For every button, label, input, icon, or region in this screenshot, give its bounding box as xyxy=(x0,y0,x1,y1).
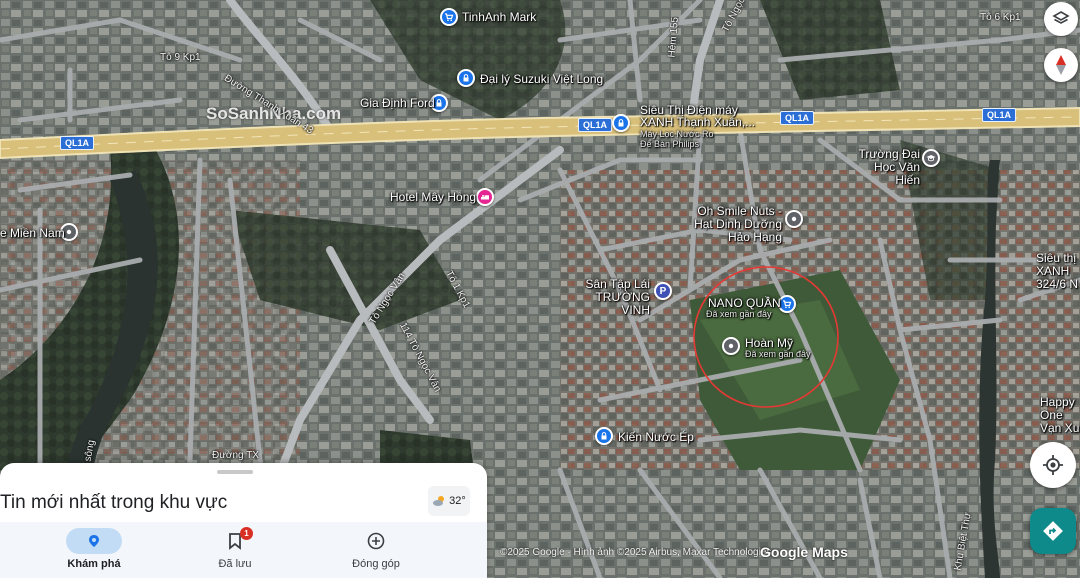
nav-saved[interactable]: 1 Đã lưu xyxy=(175,522,295,578)
drag-handle[interactable] xyxy=(217,470,253,474)
poi-name: Siêu Thị Điện máy XANH Thạnh Xuân,... xyxy=(640,103,756,129)
poi-label[interactable]: Kiến Nước Ép xyxy=(618,431,694,444)
poi-label[interactable]: Gia Định Ford xyxy=(360,97,435,110)
poi-label[interactable]: Sân Tập Lái TRƯỜNG VINH xyxy=(574,278,651,317)
weather-icon xyxy=(433,496,445,506)
sheet-title: Tin mới nhất trong khu vực xyxy=(0,492,228,513)
shopping-bag-icon[interactable] xyxy=(595,427,613,445)
poi-label[interactable]: Trường Đại Học Văn Hiến xyxy=(848,148,920,187)
layers-button[interactable] xyxy=(1044,2,1078,36)
shopping-cart-icon[interactable] xyxy=(440,8,458,26)
layers-icon xyxy=(1052,11,1070,24)
poi-label[interactable]: e Miền Nam xyxy=(0,227,65,240)
poi-label[interactable]: Happy One Vạn Xu xyxy=(1040,396,1080,435)
nav-label: Đã lưu xyxy=(218,558,252,570)
map-attribution: ©2025 Google · Hình ảnh ©2025 Airbus, Ma… xyxy=(500,547,772,558)
highway-badge: QL1A xyxy=(780,111,815,125)
poi-label[interactable]: TinhAnh Mark xyxy=(462,11,536,24)
poi-label[interactable]: Hotel Mây Hồng xyxy=(390,191,476,204)
nav-contribute-icon-wrap xyxy=(348,528,404,554)
nav-saved-icon-wrap: 1 xyxy=(207,527,263,554)
nav-label: Khám phá xyxy=(67,558,121,570)
highway-badge: QL1A xyxy=(578,118,613,132)
explore-icon xyxy=(89,535,99,547)
temperature-value: 32° xyxy=(449,495,466,507)
place-icon[interactable] xyxy=(722,337,740,355)
add-circle-icon xyxy=(367,532,385,550)
google-maps-logo: Google Maps xyxy=(760,544,848,560)
my-location-button[interactable] xyxy=(1030,442,1076,488)
poi-label[interactable]: Siêu Thị Điện máy XANH Thạnh Xuân,... xyxy=(640,104,758,128)
weather-chip[interactable]: 32° xyxy=(428,486,470,516)
bottom-navigation: Khám phá 1 Đã lưu Đóng góp xyxy=(0,522,487,578)
highway-badge: QL1A xyxy=(60,136,95,150)
nav-explore[interactable]: Khám phá xyxy=(34,522,154,578)
nav-explore-highlight xyxy=(66,528,122,554)
parking-icon[interactable]: P xyxy=(654,282,672,300)
nav-contribute[interactable]: Đóng góp xyxy=(316,522,436,578)
nav-label: Đóng góp xyxy=(352,558,400,570)
poi-sublabel: Đã xem gần đây xyxy=(706,309,772,319)
directions-icon xyxy=(1043,521,1063,541)
poi-label[interactable]: Siêu thị XANH 324/6 N xyxy=(1036,252,1080,291)
poi-sublabel: Máy Lọc Nước Ro Để Bàn Philips xyxy=(640,129,714,149)
poi-sublabel: Đã xem gần đây xyxy=(745,349,811,359)
compass-button[interactable] xyxy=(1044,48,1078,82)
compass-icon xyxy=(1056,55,1066,75)
street-label: Tô 6 Kp1 xyxy=(980,12,1021,23)
place-icon[interactable] xyxy=(785,210,803,228)
car-dealer-icon[interactable] xyxy=(457,69,475,87)
directions-button[interactable] xyxy=(1030,508,1076,554)
highway-badge: QL1A xyxy=(982,108,1017,122)
street-label: Tô 9 Kp1 xyxy=(160,52,201,63)
school-icon[interactable] xyxy=(922,149,940,167)
hotel-icon[interactable] xyxy=(476,188,494,206)
street-label: Đường TX xyxy=(212,450,259,461)
poi-label[interactable]: Đại lý Suzuki Việt Long xyxy=(480,73,603,86)
poi-label[interactable]: Oh Smile Nuts - Hạt Dinh Dưỡng Hảo Hạng xyxy=(684,205,782,244)
shopping-bag-icon[interactable] xyxy=(612,114,630,132)
notification-badge: 1 xyxy=(240,527,253,540)
my-location-icon xyxy=(1043,455,1063,475)
